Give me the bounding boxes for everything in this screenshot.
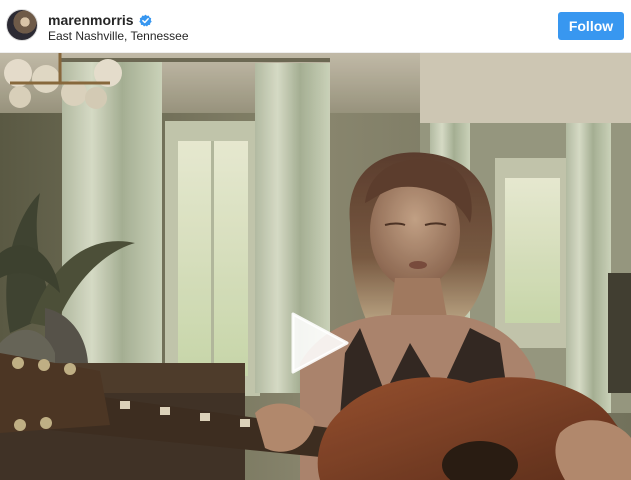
username-link[interactable]: marenmorris xyxy=(48,12,134,28)
username-row: marenmorris xyxy=(48,12,152,28)
follow-button[interactable]: Follow xyxy=(558,12,624,40)
verified-badge-icon xyxy=(138,14,152,27)
location-link[interactable]: East Nashville, Tennessee xyxy=(48,29,189,43)
video-frame xyxy=(0,53,631,480)
post-header: marenmorris East Nashville, Tennessee Fo… xyxy=(0,0,631,53)
avatar[interactable] xyxy=(6,9,38,41)
play-icon[interactable] xyxy=(285,310,351,376)
video-player[interactable] xyxy=(0,53,631,480)
